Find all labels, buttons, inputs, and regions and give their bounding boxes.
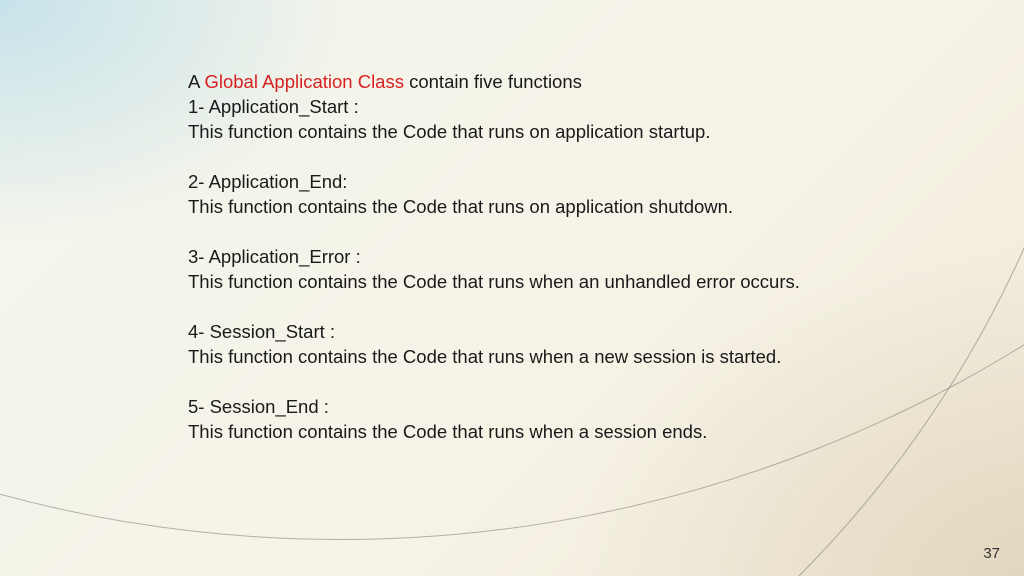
item-1-heading: 1- Application_Start : (188, 95, 948, 120)
intro-highlight: Global Application Class (204, 71, 404, 92)
item-2-heading: 2- Application_End: (188, 170, 948, 195)
slide-body: A Global Application Class contain five … (188, 70, 948, 470)
intro-prefix: A (188, 71, 204, 92)
intro-line: A Global Application Class contain five … (188, 70, 948, 95)
page-number: 37 (983, 545, 1000, 562)
item-1-desc: This function contains the Code that run… (188, 120, 948, 145)
intro-suffix: contain five functions (404, 71, 582, 92)
item-5-heading: 5- Session_End : (188, 395, 948, 420)
item-2-desc: This function contains the Code that run… (188, 195, 948, 220)
item-3-heading: 3- Application_Error : (188, 245, 948, 270)
item-3-desc: This function contains the Code that run… (188, 270, 948, 295)
item-4-heading: 4- Session_Start : (188, 320, 948, 345)
item-4-desc: This function contains the Code that run… (188, 345, 948, 370)
item-5-desc: This function contains the Code that run… (188, 420, 948, 445)
